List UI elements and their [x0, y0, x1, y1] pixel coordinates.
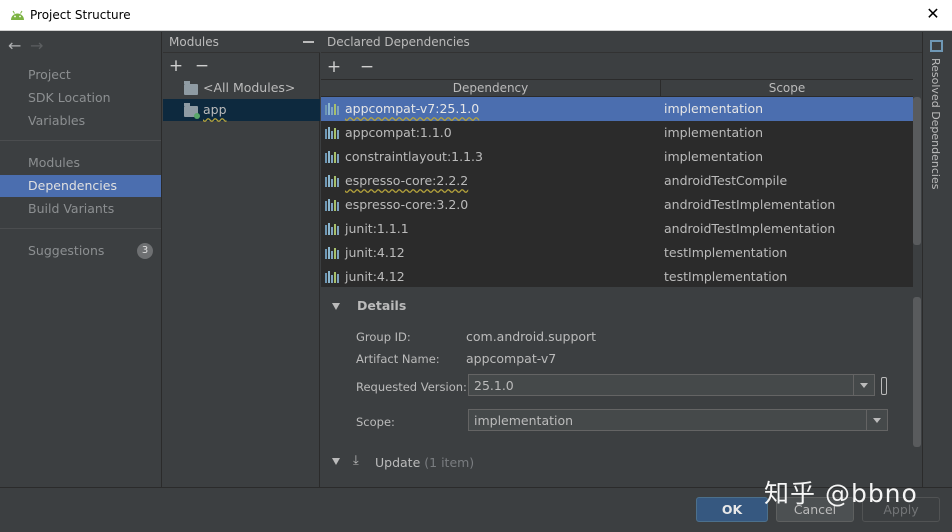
details-scrollbar[interactable] [913, 297, 921, 447]
add-module-button[interactable]: + [168, 58, 184, 75]
scope-label: Scope: [356, 415, 395, 429]
update-count: (1 item) [424, 455, 475, 470]
column-header-scope[interactable]: Scope [661, 80, 913, 97]
divider [0, 228, 161, 229]
back-arrow-icon[interactable]: ← [8, 36, 30, 55]
library-icon [325, 247, 339, 259]
details-section: Details Group ID: com.android.support Ar… [321, 290, 913, 487]
library-icon [325, 103, 339, 115]
group-id-label: Group ID: [356, 330, 411, 344]
table-row[interactable]: junit:1.1.1 androidTestImplementation [321, 217, 913, 241]
table-row[interactable]: junit:4.12 testImplementation [321, 241, 913, 265]
table-row[interactable]: appcompat:1.1.0 implementation [321, 121, 913, 145]
sidebar: ← → Project SDK Location Variables Module… [0, 32, 162, 487]
dependency-scope: testImplementation [664, 245, 788, 260]
modules-panel: Modules + − <All Modules> app [163, 32, 320, 487]
sidebar-item-variables[interactable]: Variables [0, 110, 161, 132]
artifact-name-label: Artifact Name: [356, 352, 440, 366]
modules-header-label: Modules [169, 35, 219, 49]
dependency-name: espresso-core:2.2.2 [345, 173, 469, 188]
sidebar-item-project[interactable]: Project [0, 64, 161, 86]
scope-value: implementation [474, 413, 574, 428]
dependencies-table: appcompat-v7:25.1.0 implementation appcomp… [321, 97, 913, 287]
dependency-name: junit:4.12 [345, 245, 405, 260]
declared-dependencies-panel: Declared Dependencies + − Dependency Sco… [321, 32, 922, 487]
table-row[interactable]: espresso-core:2.2.2 androidTestCompile [321, 169, 913, 193]
module-item-app[interactable]: app [163, 99, 320, 121]
dependencies-header: Declared Dependencies [321, 32, 922, 53]
module-label: <All Modules> [203, 80, 296, 95]
module-item-all[interactable]: <All Modules> [163, 77, 320, 99]
dependency-scope: implementation [664, 149, 764, 164]
sidebar-item-dependencies[interactable]: Dependencies [0, 175, 161, 197]
sidebar-item-build-variants[interactable]: Build Variants [0, 198, 161, 220]
dependency-name: junit:4.12 [345, 269, 405, 284]
modules-header: Modules [163, 32, 320, 53]
dependency-name: constraintlayout:1.1.3 [345, 149, 483, 164]
dependency-scope: implementation [664, 125, 764, 140]
sidebar-item-modules[interactable]: Modules [0, 152, 161, 174]
scope-combo[interactable]: implementation [468, 409, 888, 431]
group-id-value: com.android.support [466, 329, 597, 344]
library-icon [325, 271, 339, 283]
table-row[interactable]: appcompat-v7:25.1.0 implementation [321, 97, 913, 121]
column-header-dependency[interactable]: Dependency [321, 80, 661, 97]
requested-version-label: Requested Version: [356, 380, 467, 394]
library-icon [325, 223, 339, 235]
dependency-scope: implementation [664, 101, 764, 116]
android-studio-icon [11, 10, 24, 20]
chevron-down-icon[interactable] [853, 375, 874, 395]
watermark: 知乎 @bbno [764, 479, 918, 508]
library-icon [325, 175, 339, 187]
nav-arrows: ← → [8, 36, 52, 55]
update-text: Update [375, 455, 421, 470]
requested-version-value: 25.1.0 [474, 378, 514, 393]
dependency-name: appcompat-v7:25.1.0 [345, 101, 480, 116]
dependency-scope: androidTestCompile [664, 173, 788, 188]
table-row[interactable]: junit:4.12 testImplementation [321, 265, 913, 287]
chevron-down-icon[interactable] [866, 410, 887, 430]
sidebar-item-label: Suggestions [28, 243, 105, 258]
library-icon [325, 199, 339, 211]
add-dependency-button[interactable]: + [326, 59, 342, 76]
table-header: Dependency Scope [321, 79, 913, 97]
dependency-name: espresso-core:3.2.0 [345, 197, 469, 212]
close-icon[interactable]: ✕ [924, 5, 942, 23]
table-row[interactable]: constraintlayout:1.1.3 implementation [321, 145, 913, 169]
table-scrollbar[interactable] [913, 97, 921, 245]
library-icon [325, 127, 339, 139]
modules-folder-icon [184, 81, 198, 95]
window-title: Project Structure [30, 8, 131, 22]
collapse-triangle-icon[interactable] [332, 458, 340, 465]
divider [0, 140, 161, 141]
suggestions-count-badge: 3 [137, 243, 153, 259]
remove-dependency-button[interactable]: − [359, 59, 375, 76]
sidebar-item-sdk-location[interactable]: SDK Location [0, 87, 161, 109]
artifact-name-value: appcompat-v7 [466, 351, 557, 366]
dependency-name: appcompat:1.1.0 [345, 125, 452, 140]
library-icon [325, 151, 339, 163]
title-bar: Project Structure ✕ [0, 0, 952, 31]
download-icon: ⤓ [353, 453, 359, 468]
update-label[interactable]: Update (1 item) [375, 455, 474, 470]
module-folder-icon [184, 103, 200, 119]
dependency-scope: androidTestImplementation [664, 197, 836, 212]
requested-version-combo[interactable]: 25.1.0 [468, 374, 875, 396]
forward-arrow-icon[interactable]: → [30, 36, 52, 55]
module-label: app [203, 102, 227, 117]
dependency-scope: testImplementation [664, 269, 788, 284]
resolved-dependencies-tab[interactable]: Resolved Dependencies [929, 58, 942, 189]
right-tool-strip: Resolved Dependencies [922, 32, 952, 487]
table-row[interactable]: espresso-core:3.2.0 androidTestImplementa… [321, 193, 913, 217]
resolved-dependencies-icon[interactable] [930, 40, 943, 52]
dependency-name: junit:1.1.1 [345, 221, 409, 236]
details-title: Details [357, 298, 407, 313]
collapse-icon[interactable] [303, 41, 314, 43]
collapse-triangle-icon[interactable] [332, 303, 340, 310]
dependency-scope: androidTestImplementation [664, 221, 836, 236]
edit-version-button[interactable] [881, 377, 887, 395]
sidebar-item-suggestions[interactable]: Suggestions 3 [0, 240, 161, 262]
ok-button[interactable]: OK [696, 497, 768, 522]
remove-module-button[interactable]: − [194, 58, 210, 75]
